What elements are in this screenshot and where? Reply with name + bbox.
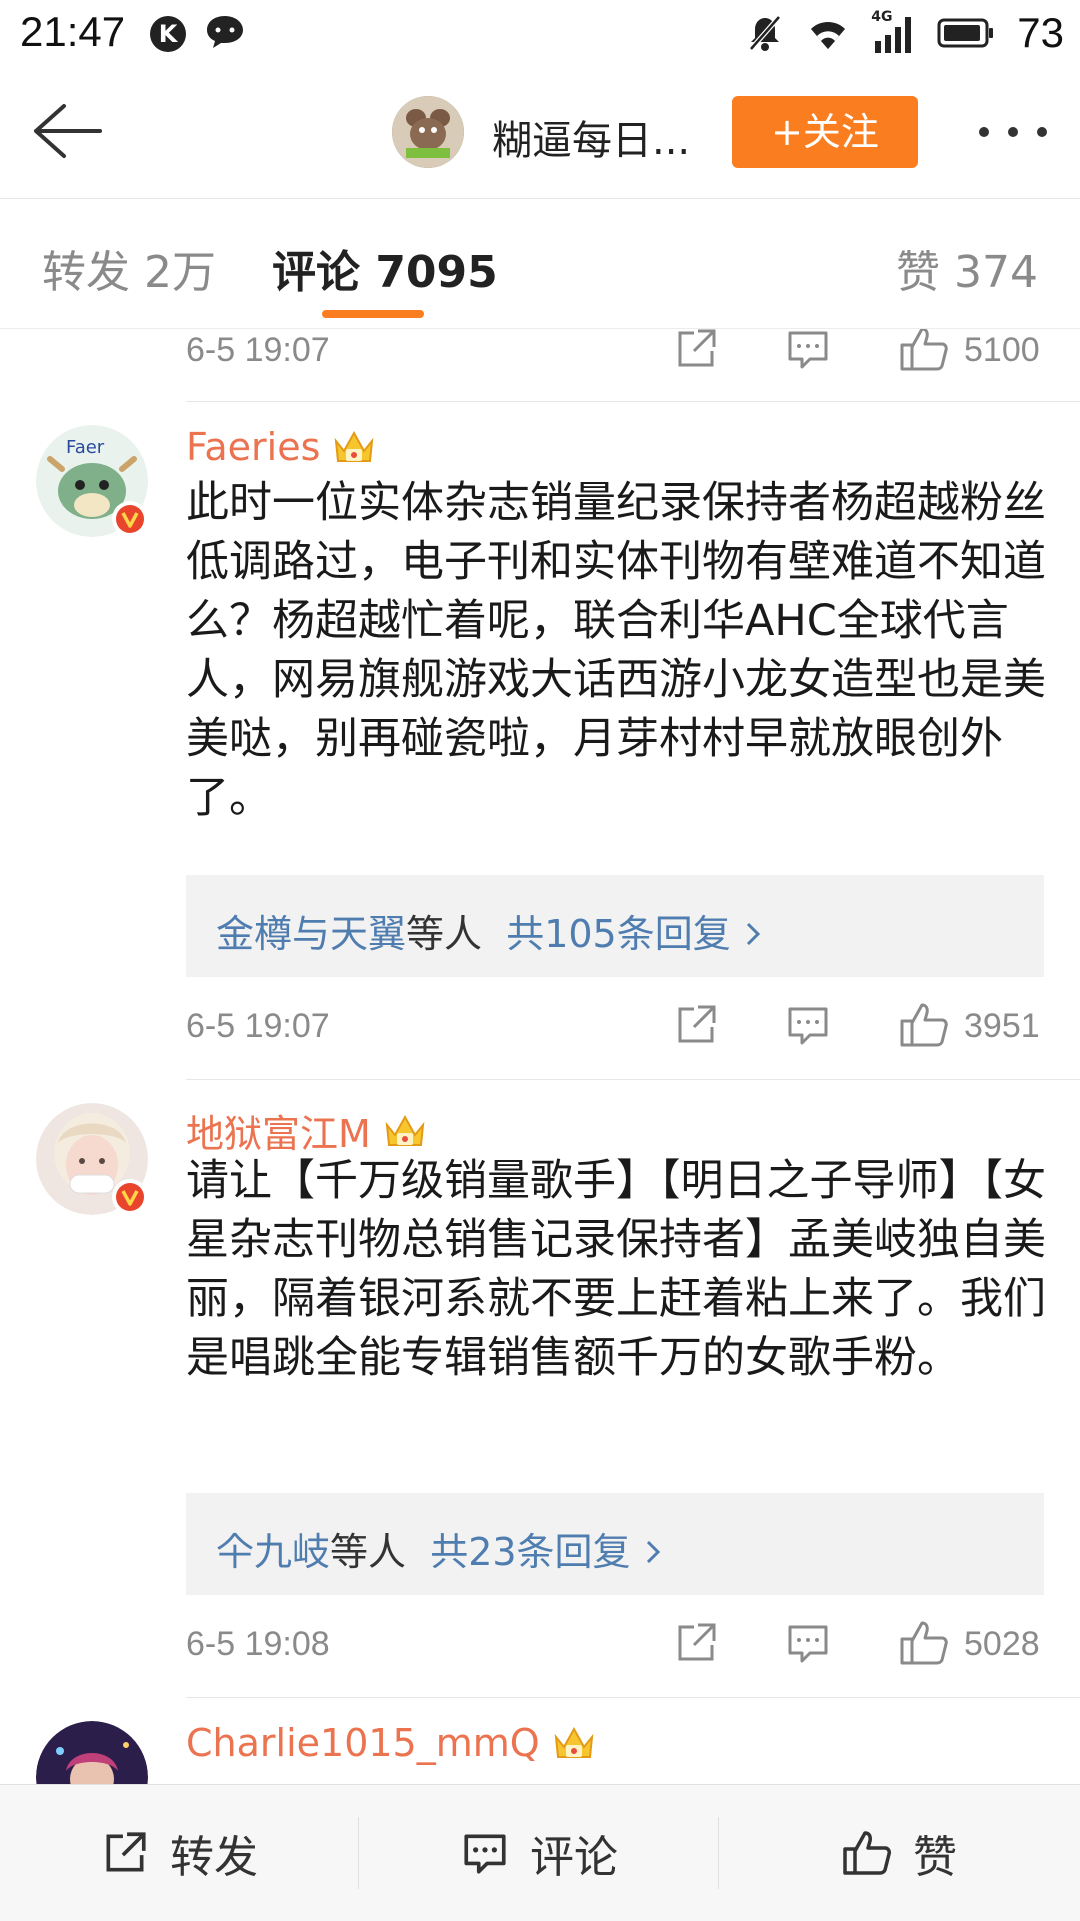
mute-bell-icon — [749, 15, 782, 51]
comment-time: 6-5 19:08 — [186, 1625, 330, 1663]
verified-badge-icon — [112, 1179, 148, 1215]
active-tab-indicator — [322, 310, 424, 318]
wifi-icon — [811, 21, 846, 49]
share-icon[interactable] — [672, 1619, 720, 1667]
username[interactable]: Faeries — [186, 425, 320, 469]
share-icon[interactable] — [672, 1001, 720, 1049]
divider — [186, 401, 1080, 402]
like-count: 5028 — [964, 1625, 1040, 1663]
like-count: 5100 — [964, 331, 1040, 369]
bottom-repost-button[interactable]: 转发 — [0, 1785, 358, 1921]
account-avatar[interactable] — [392, 96, 464, 168]
svg-text:Faer: Faer — [66, 437, 105, 458]
comment-user-row: Faeries — [186, 425, 376, 469]
comment-text: 此时一位实体杂志销量纪录保持者杨超越粉丝低调路过，电子刊和实体刊物有壁难道不知道… — [186, 478, 1046, 823]
tab-comment[interactable]: 评论 7095 — [272, 236, 498, 300]
comment-icon — [464, 1834, 506, 1874]
bottom-like-label: 赞 — [913, 1832, 957, 1883]
comment-user-row: 地狱富江M — [186, 1103, 427, 1158]
like-count: 3951 — [964, 1007, 1040, 1045]
back-arrow-icon[interactable] — [28, 98, 104, 164]
chevron-right-icon — [746, 922, 760, 946]
account-name[interactable]: 糊逼每日... — [492, 108, 690, 166]
reply-icon[interactable] — [784, 1001, 832, 1049]
reply-summary[interactable]: 金樽与天翼等人 共105条回复 — [186, 875, 1044, 977]
divider — [186, 1697, 1080, 1698]
comment-meta-row: 6-5 19:07 5100 — [0, 329, 1080, 389]
rat-cartoon-icon — [392, 96, 464, 168]
cellular-signal-icon: 4G — [871, 9, 915, 53]
reply-icon[interactable] — [784, 1619, 832, 1667]
reply-summary-text: 仐九岐等人 共23条回复 — [216, 1521, 661, 1576]
divider — [186, 1079, 1080, 1080]
comment-user-row: Charlie1015_mmQ — [186, 1721, 596, 1765]
like-thumb-icon[interactable] — [898, 329, 950, 373]
reply-summary-text: 金樽与天翼等人 共105条回复 — [216, 903, 761, 958]
chevron-right-icon — [646, 1540, 660, 1564]
tab-repost[interactable]: 转发 2万 — [42, 236, 216, 300]
comment-meta-row: 6-5 19:07 3951 — [0, 995, 1080, 1065]
reply-names[interactable]: 金樽与天翼 — [216, 912, 406, 956]
reply-count[interactable]: 共105条回复 — [506, 912, 731, 956]
vip-crown-icon[interactable] — [383, 1111, 427, 1151]
battery-percent: 73 — [1017, 9, 1064, 56]
reply-icon[interactable] — [784, 329, 832, 373]
comment-meta-row: 6-5 19:08 5028 — [0, 1613, 1080, 1683]
follow-button[interactable]: +关注 — [732, 96, 918, 168]
reply-summary[interactable]: 仐九岐等人 共23条回复 — [186, 1493, 1044, 1595]
comment-time: 6-5 19:07 — [186, 1007, 330, 1045]
bottom-action-bar: 转发 评论 赞 — [0, 1784, 1080, 1921]
separator — [718, 1817, 719, 1889]
nav-bar: 糊逼每日... +关注 — [0, 70, 1080, 199]
vip-crown-icon[interactable] — [552, 1723, 596, 1763]
username[interactable]: 地狱富江M — [186, 1103, 371, 1158]
vip-crown-icon[interactable] — [332, 427, 376, 467]
separator — [358, 1817, 359, 1889]
like-thumb-icon[interactable] — [898, 1619, 950, 1667]
status-bar: 21:47 K 4G 73 — [0, 0, 1080, 70]
share-icon[interactable] — [672, 329, 720, 373]
like-thumb-icon[interactable] — [898, 1001, 950, 1049]
network-type: 4G — [871, 9, 893, 25]
bottom-comment-label: 评论 — [530, 1832, 618, 1883]
status-time: 21:47 — [20, 8, 126, 55]
username[interactable]: Charlie1015_mmQ — [186, 1721, 540, 1765]
like-thumb-icon — [843, 1831, 891, 1875]
user-avatar[interactable] — [36, 1721, 148, 1784]
singer-photo-icon — [36, 1721, 148, 1784]
bottom-comment-button[interactable]: 评论 — [360, 1785, 718, 1921]
bottom-like-button[interactable]: 赞 — [720, 1785, 1078, 1921]
reply-names[interactable]: 仐九岐 — [216, 1530, 330, 1574]
more-options-icon[interactable] — [978, 126, 1048, 138]
reply-count[interactable]: 共23条回复 — [430, 1530, 630, 1574]
share-icon — [106, 1832, 146, 1872]
tab-like[interactable]: 赞 374 — [896, 236, 1038, 300]
bottom-repost-label: 转发 — [170, 1832, 258, 1883]
comment-time: 6-5 19:07 — [186, 331, 330, 369]
verified-badge-icon — [112, 501, 148, 537]
tab-bar: 转发 2万 评论 7095 赞 374 — [0, 198, 1080, 329]
comment-feed[interactable]: 6-5 19:07 5100 Faer Faeries 此时一位实体杂志销量纪录… — [0, 329, 1080, 1784]
reply-mid-text: 等人 — [406, 912, 483, 956]
reply-mid-text: 等人 — [330, 1530, 407, 1574]
status-icons: 4G 73 — [745, 8, 1064, 58]
battery-icon — [937, 18, 994, 48]
comment-text: 请让【千万级销量歌手】【明日之子导师】【女星杂志刊物总销售记录保持者】孟美岐独自… — [186, 1156, 1046, 1383]
k-app-icon: K — [150, 16, 186, 52]
chat-bubble-icon — [207, 16, 243, 48]
